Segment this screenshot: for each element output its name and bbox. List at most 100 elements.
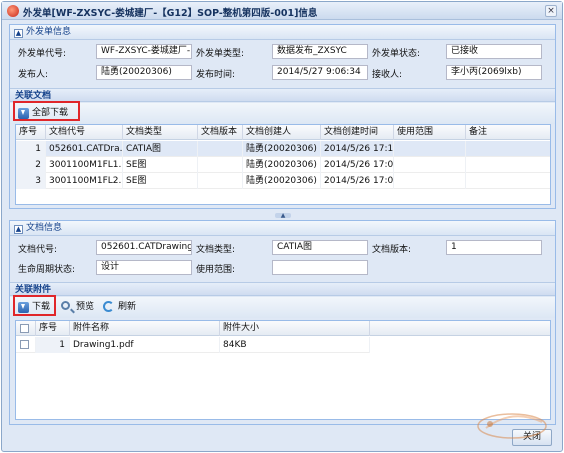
order-no-field[interactable]: WF-ZXSYC-娄城建厂-【 bbox=[96, 44, 192, 59]
window-title: 外发单[WF-ZXSYC-娄城建厂-【G12】SOP-整机第四版-001]信息 bbox=[23, 8, 318, 19]
order-info-form: 外发单代号: WF-ZXSYC-娄城建厂-【 外发单类型: 数据发布_ZXSYC… bbox=[10, 40, 555, 87]
order-status-field[interactable]: 已接收 bbox=[446, 44, 542, 59]
receiver-field[interactable]: 李小丙(2069lxb) bbox=[446, 65, 542, 80]
doc-creator-cell: 陆勇(20020306) bbox=[243, 173, 321, 189]
scope-field[interactable] bbox=[272, 260, 368, 275]
doc-time-cell: 2014/5/26 17:0... bbox=[321, 157, 394, 173]
col-header[interactable]: 附件名称 bbox=[70, 321, 220, 336]
doc-note-cell bbox=[466, 173, 550, 189]
doc-type-label: 文档类型: bbox=[196, 245, 236, 255]
col-header[interactable]: 备注 bbox=[466, 125, 550, 140]
highlight-box bbox=[13, 101, 80, 121]
preview-button[interactable]: 预览 bbox=[60, 300, 94, 315]
lifecycle-field[interactable]: 设计 bbox=[96, 260, 192, 275]
doc-code-cell: 3001100M1FL1... bbox=[46, 157, 123, 173]
search-icon bbox=[61, 301, 70, 310]
checkbox-icon[interactable] bbox=[20, 324, 29, 333]
doc-type-cell: SE图 bbox=[123, 157, 198, 173]
lifecycle-label: 生命周期状态: bbox=[18, 265, 76, 275]
doc-info-title: 文档信息 bbox=[26, 223, 63, 233]
doc-code-cell: 3001100M1FL2... bbox=[46, 173, 123, 189]
close-button[interactable]: × bbox=[545, 5, 557, 17]
related-docs-grid: 序号 文档代号 文档类型 文档版本 文档创建人 文档创建时间 使用范围 备注 1… bbox=[15, 124, 551, 205]
doc-version-field[interactable]: 1 bbox=[446, 240, 542, 255]
order-info-title: 外发单信息 bbox=[26, 27, 72, 37]
col-header[interactable]: 序号 bbox=[36, 321, 70, 336]
doc-scope-cell bbox=[394, 173, 466, 189]
doc-time-cell: 2014/5/26 17:1... bbox=[321, 141, 394, 157]
table-row[interactable]: 1 052601.CATDra... CATIA图 陆勇(20020306) 2… bbox=[16, 141, 550, 157]
title-bar[interactable]: 外发单[WF-ZXSYC-娄城建厂-【G12】SOP-整机第四版-001]信息 … bbox=[2, 2, 562, 20]
refresh-icon bbox=[103, 301, 114, 312]
doc-code-field[interactable]: 052601.CATDrawing bbox=[96, 240, 192, 255]
doc-code-label: 文档代号: bbox=[18, 245, 58, 255]
col-header[interactable]: 文档创建人 bbox=[243, 125, 321, 140]
dialog-window: 外发单[WF-ZXSYC-娄城建厂-【G12】SOP-整机第四版-001]信息 … bbox=[1, 1, 563, 452]
attachment-name-cell: Drawing1.pdf bbox=[70, 337, 220, 353]
attachments-toolbar: 下载 预览 刷新 bbox=[10, 297, 555, 318]
order-type-label: 外发单类型: bbox=[196, 49, 245, 59]
select-all-checkbox[interactable] bbox=[16, 321, 36, 336]
order-status-label: 外发单状态: bbox=[372, 49, 421, 59]
row-number: 3 bbox=[16, 173, 46, 189]
sender-label: 发布人: bbox=[18, 70, 49, 80]
row-checkbox[interactable] bbox=[16, 337, 36, 353]
col-header[interactable]: 文档类型 bbox=[123, 125, 198, 140]
grid-header: 序号 附件名称 附件大小 bbox=[16, 321, 550, 336]
related-docs-toolbar: 全部下载 bbox=[10, 103, 555, 124]
doc-code-cell: 052601.CATDra... bbox=[46, 141, 123, 157]
doc-type-field[interactable]: CATIA图 bbox=[272, 240, 368, 255]
col-header[interactable]: 使用范围 bbox=[394, 125, 466, 140]
collapse-icon[interactable]: ▲ bbox=[14, 225, 23, 234]
order-type-field[interactable]: 数据发布_ZXSYC bbox=[272, 44, 368, 59]
doc-version-label: 文档版本: bbox=[372, 245, 412, 255]
doc-panel: ▲ 文档信息 文档代号: 052601.CATDrawing 文档类型: CATI… bbox=[9, 220, 556, 425]
grid-header: 序号 文档代号 文档类型 文档版本 文档创建人 文档创建时间 使用范围 备注 bbox=[16, 125, 550, 140]
sender-field[interactable]: 陆勇(20020306) bbox=[96, 65, 192, 80]
col-header[interactable]: 附件大小 bbox=[220, 321, 370, 336]
watermark-logo bbox=[477, 413, 547, 439]
doc-version-cell bbox=[198, 141, 243, 157]
doc-type-cell: CATIA图 bbox=[123, 141, 198, 157]
doc-type-cell: SE图 bbox=[123, 173, 198, 189]
attachments-grid: 序号 附件名称 附件大小 1 Drawing1.pdf 84KB bbox=[15, 320, 551, 420]
doc-info-form: 文档代号: 052601.CATDrawing 文档类型: CATIA图 文档版… bbox=[10, 236, 555, 281]
doc-info-header[interactable]: ▲ 文档信息 bbox=[10, 221, 555, 236]
row-number: 1 bbox=[16, 141, 46, 157]
receiver-label: 接收人: bbox=[372, 70, 403, 80]
doc-version-cell bbox=[198, 157, 243, 173]
checkbox-icon[interactable] bbox=[20, 340, 29, 349]
doc-scope-cell bbox=[394, 141, 466, 157]
splitter-handle[interactable]: ▲ bbox=[9, 212, 556, 220]
table-row[interactable]: 3 3001100M1FL2... SE图 陆勇(20020306) 2014/… bbox=[16, 173, 550, 189]
collapse-icon[interactable]: ▲ bbox=[14, 29, 23, 38]
attachment-size-cell: 84KB bbox=[220, 337, 370, 353]
table-row[interactable]: 1 Drawing1.pdf 84KB bbox=[16, 337, 370, 353]
col-header[interactable]: 序号 bbox=[16, 125, 46, 140]
doc-time-cell: 2014/5/26 17:0... bbox=[321, 173, 394, 189]
send-time-label: 发布时间: bbox=[196, 70, 236, 80]
doc-creator-cell: 陆勇(20020306) bbox=[243, 141, 321, 157]
col-header[interactable]: 文档创建时间 bbox=[321, 125, 394, 140]
order-no-label: 外发单代号: bbox=[18, 49, 67, 59]
order-info-header[interactable]: ▲ 外发单信息 bbox=[10, 25, 555, 40]
doc-note-cell bbox=[466, 157, 550, 173]
doc-scope-cell bbox=[394, 157, 466, 173]
col-header[interactable]: 文档代号 bbox=[46, 125, 123, 140]
scope-label: 使用范围: bbox=[196, 265, 236, 275]
attachments-header: 关联附件 bbox=[10, 282, 555, 296]
refresh-button[interactable]: 刷新 bbox=[102, 300, 136, 315]
refresh-label: 刷新 bbox=[118, 302, 137, 312]
related-docs-header: 关联文档 bbox=[10, 88, 555, 102]
preview-label: 预览 bbox=[76, 302, 95, 312]
splitter-grip-icon[interactable]: ▲ bbox=[275, 213, 291, 219]
doc-version-cell bbox=[198, 173, 243, 189]
doc-note-cell bbox=[466, 141, 550, 157]
doc-creator-cell: 陆勇(20020306) bbox=[243, 157, 321, 173]
app-icon bbox=[7, 5, 19, 17]
table-row[interactable]: 2 3001100M1FL1... SE图 陆勇(20020306) 2014/… bbox=[16, 157, 550, 173]
send-time-field[interactable]: 2014/5/27 9:06:34 bbox=[272, 65, 368, 80]
row-number: 2 bbox=[16, 157, 46, 173]
highlight-box bbox=[13, 295, 56, 316]
col-header[interactable]: 文档版本 bbox=[198, 125, 243, 140]
